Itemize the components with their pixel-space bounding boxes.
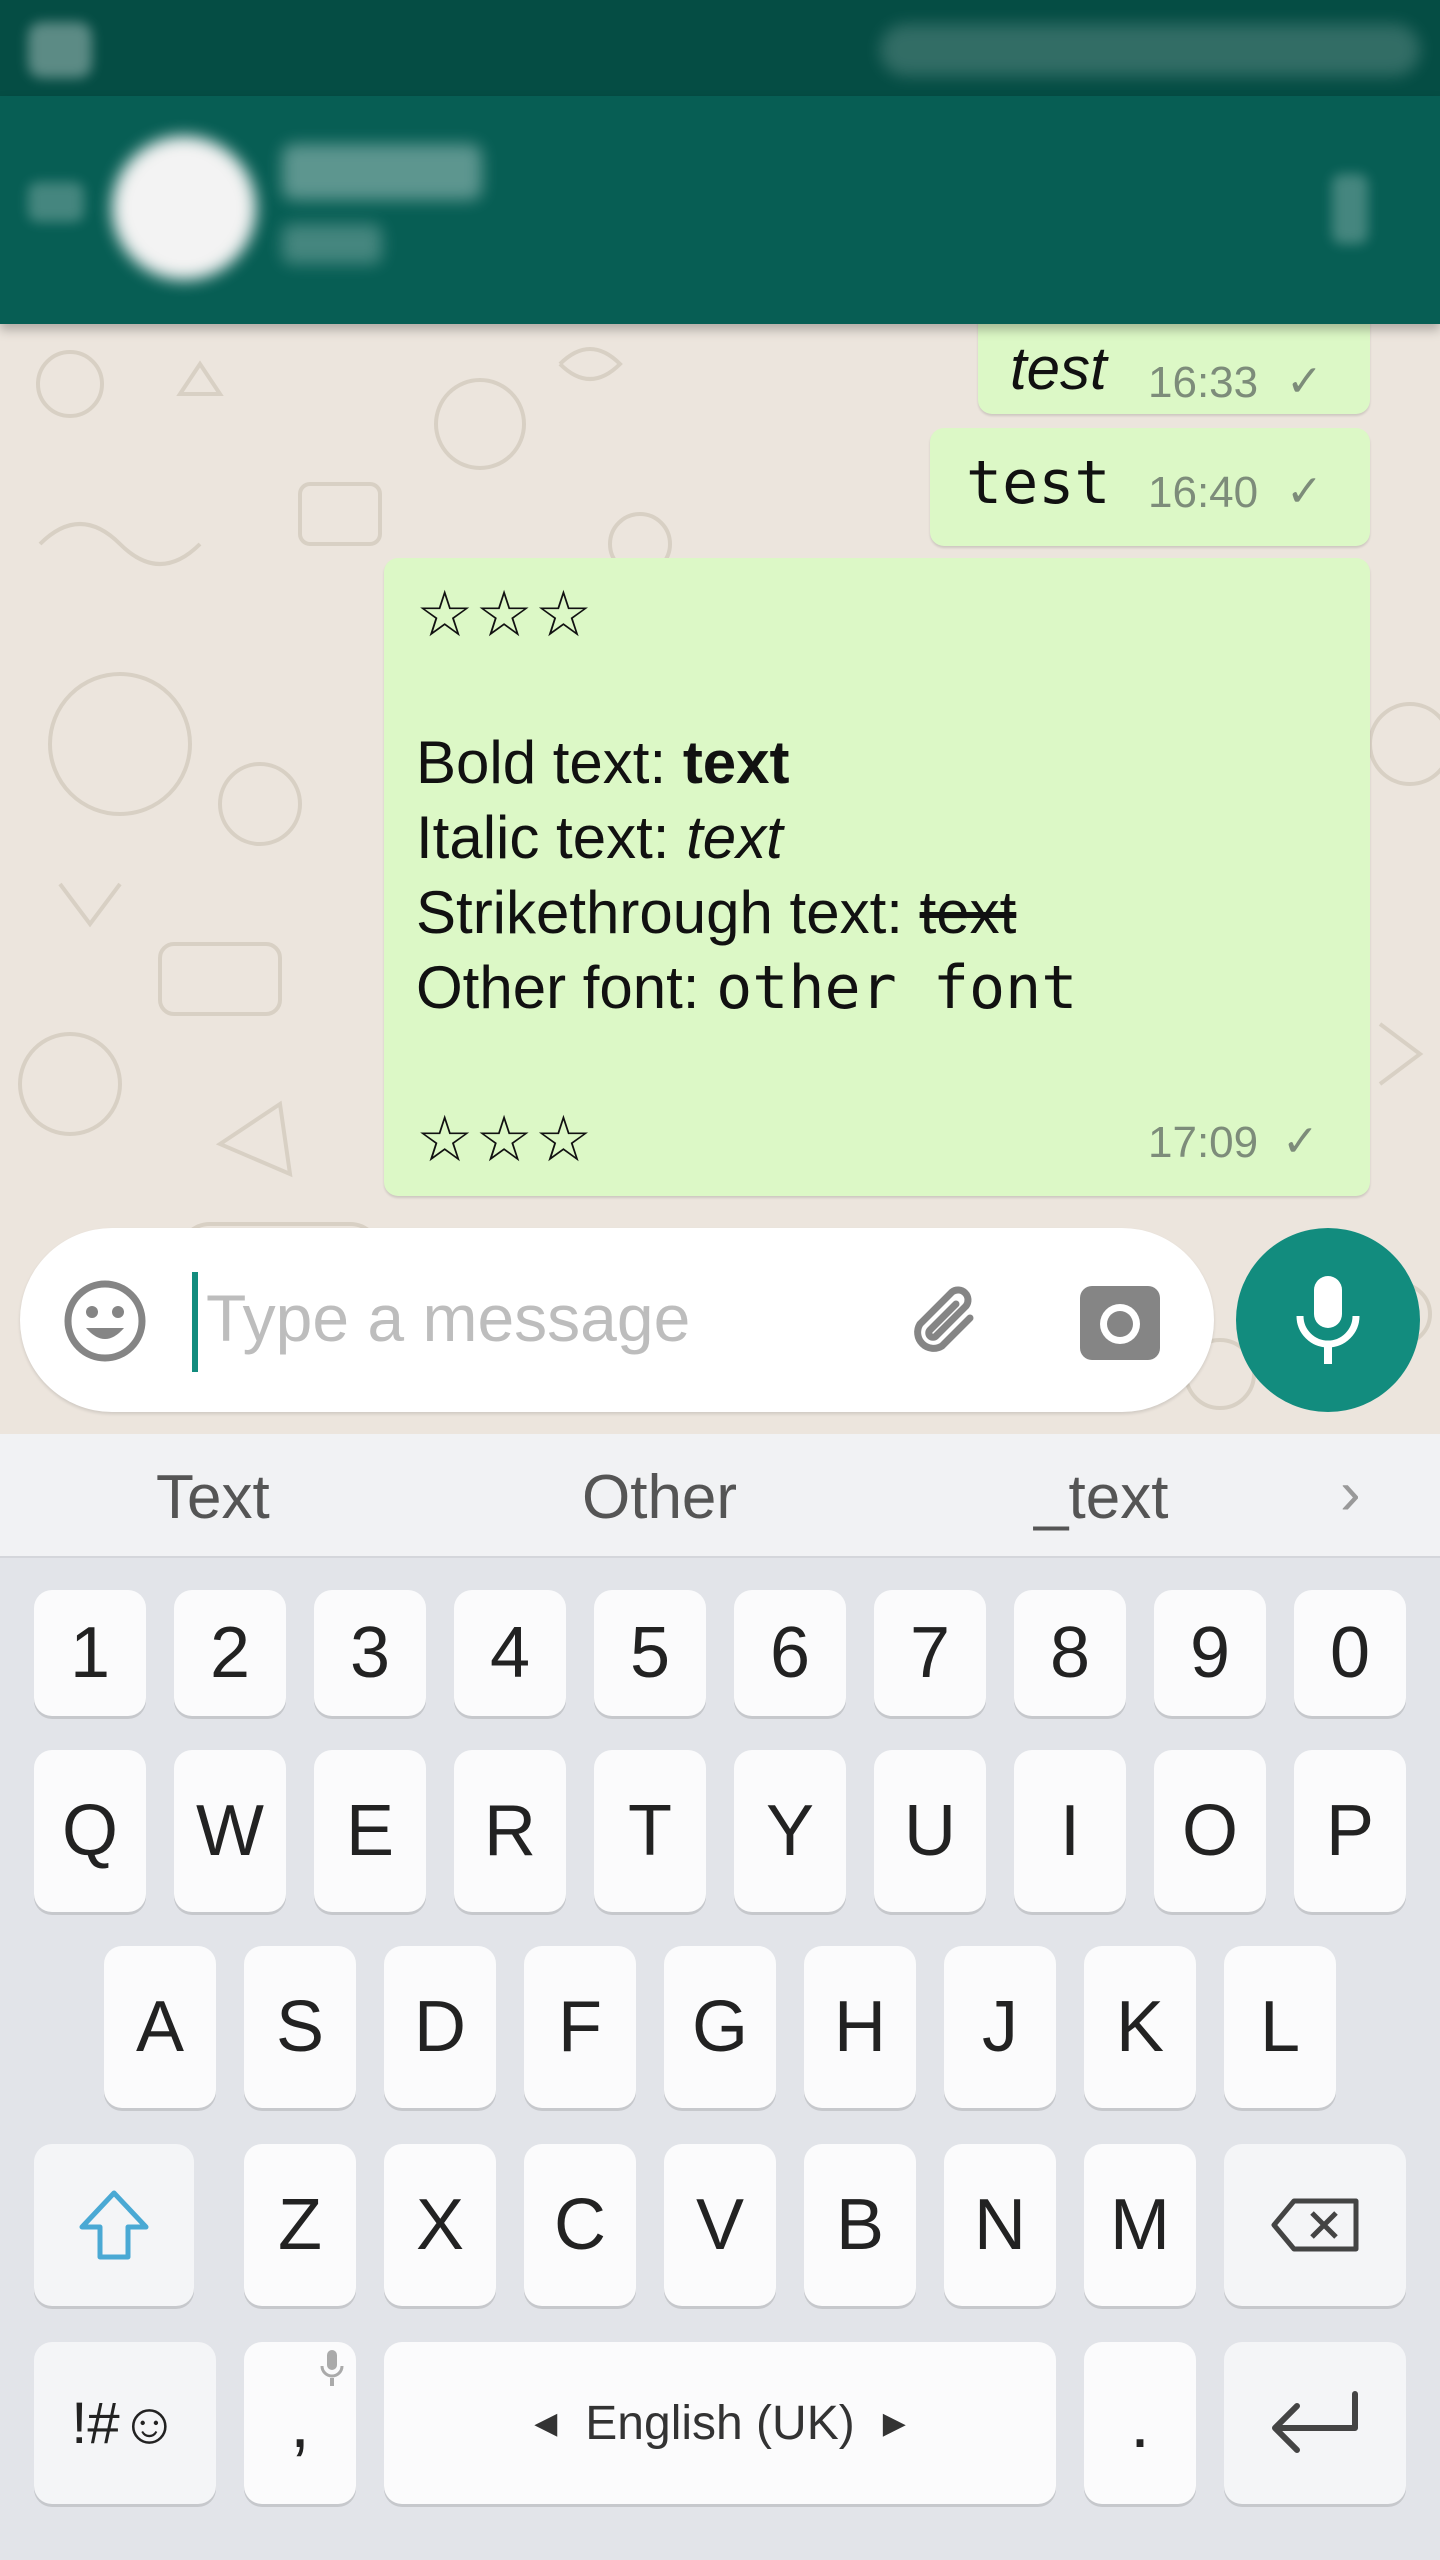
- emoji-icon[interactable]: [62, 1278, 148, 1364]
- mono-prefix: Other font:: [416, 954, 717, 1021]
- contact-status: [282, 224, 382, 264]
- key[interactable]: H: [804, 1946, 916, 2108]
- message-time: 16:33: [1148, 358, 1259, 407]
- key[interactable]: P: [1294, 1750, 1406, 1912]
- camera-icon[interactable]: [1078, 1280, 1162, 1364]
- key[interactable]: Z: [244, 2144, 356, 2306]
- chevron-right-icon[interactable]: ›: [1340, 1458, 1361, 1529]
- message-bubble[interactable]: test 16:40 ✓: [930, 428, 1370, 546]
- suggestion-bar: Text Other _text ›: [0, 1434, 1440, 1558]
- message-bubble[interactable]: test 16:33 ✓: [978, 324, 1370, 414]
- key[interactable]: Q: [34, 1750, 146, 1912]
- suggestion-item[interactable]: Text: [156, 1462, 270, 1533]
- strike-prefix: Strikethrough text:: [416, 879, 920, 946]
- key[interactable]: N: [944, 2144, 1056, 2306]
- key[interactable]: G: [664, 1946, 776, 2108]
- stars-bottom: ☆☆☆: [416, 1103, 595, 1177]
- key[interactable]: L: [1224, 1946, 1336, 2108]
- key[interactable]: R: [454, 1750, 566, 1912]
- small-mic-icon: [320, 2350, 344, 2386]
- key[interactable]: O: [1154, 1750, 1266, 1912]
- key[interactable]: B: [804, 2144, 916, 2306]
- key[interactable]: J: [944, 1946, 1056, 2108]
- sent-check-icon: ✓: [1282, 1117, 1319, 1166]
- key[interactable]: U: [874, 1750, 986, 1912]
- avatar[interactable]: [112, 136, 256, 280]
- key[interactable]: 3: [314, 1590, 426, 1716]
- key[interactable]: 7: [874, 1590, 986, 1716]
- key[interactable]: 5: [594, 1590, 706, 1716]
- suggestion-item[interactable]: Other: [582, 1462, 737, 1533]
- italic-line: Italic text: text: [416, 803, 783, 872]
- key[interactable]: 4: [454, 1590, 566, 1716]
- key[interactable]: F: [524, 1946, 636, 2108]
- stars-top: ☆☆☆: [416, 578, 595, 652]
- mono-text: other font: [716, 953, 1078, 1023]
- paperclip-icon[interactable]: [900, 1274, 996, 1370]
- status-right-icons: [880, 24, 1420, 76]
- message-time: 16:40: [1148, 468, 1259, 517]
- key[interactable]: 2: [174, 1590, 286, 1716]
- bold-prefix: Bold text:: [416, 729, 683, 796]
- bold-text: text: [682, 729, 790, 796]
- space-key[interactable]: ◀ English (UK) ▶: [384, 2342, 1056, 2504]
- symbols-key[interactable]: !#☺: [34, 2342, 216, 2504]
- key[interactable]: I: [1014, 1750, 1126, 1912]
- chevron-left-icon: ◀: [534, 2406, 558, 2440]
- overflow-menu-icon[interactable]: [1332, 174, 1368, 244]
- comma-key[interactable]: ,: [244, 2342, 356, 2504]
- strike-line: Strikethrough text: text: [416, 878, 1016, 947]
- suggestion-item[interactable]: _text: [1034, 1462, 1168, 1533]
- message-text: test: [966, 448, 1111, 518]
- sent-check-icon: ✓: [1286, 357, 1323, 406]
- key[interactable]: 9: [1154, 1590, 1266, 1716]
- message-input[interactable]: Type a message: [206, 1280, 690, 1356]
- keyboard: 1 2 3 4 5 6 7 8 9 0 Q W E R T Y U I O P …: [0, 1558, 1440, 2560]
- key[interactable]: X: [384, 2144, 496, 2306]
- key[interactable]: D: [384, 1946, 496, 2108]
- enter-icon: [1272, 2391, 1358, 2453]
- sent-check-icon: ✓: [1286, 467, 1323, 516]
- strike-text: text: [919, 879, 1017, 946]
- key[interactable]: A: [104, 1946, 216, 2108]
- microphone-button[interactable]: [1236, 1228, 1420, 1412]
- key[interactable]: 8: [1014, 1590, 1126, 1716]
- backspace-key[interactable]: [1224, 2144, 1406, 2306]
- comma-label: ,: [289, 2383, 310, 2463]
- status-bar: [0, 0, 1440, 96]
- chat-header: [0, 96, 1440, 324]
- message-time: 17:09: [1148, 1118, 1259, 1167]
- mono-line: Other font: other font: [416, 953, 1077, 1023]
- key[interactable]: 1: [34, 1590, 146, 1716]
- chevron-right-icon: ▶: [882, 2406, 906, 2440]
- enter-key[interactable]: [1224, 2342, 1406, 2504]
- italic-text: text: [686, 804, 783, 871]
- italic-prefix: Italic text:: [416, 804, 687, 871]
- key[interactable]: Y: [734, 1750, 846, 1912]
- message-text: test: [1010, 335, 1107, 402]
- shift-icon: [79, 2190, 149, 2260]
- key[interactable]: V: [664, 2144, 776, 2306]
- backspace-icon: [1271, 2198, 1359, 2252]
- message-composer: Type a message: [20, 1228, 1214, 1412]
- back-arrow-icon[interactable]: [28, 182, 84, 222]
- key[interactable]: W: [174, 1750, 286, 1912]
- key[interactable]: T: [594, 1750, 706, 1912]
- key[interactable]: S: [244, 1946, 356, 2108]
- status-left-icons: [28, 22, 92, 78]
- key[interactable]: 0: [1294, 1590, 1406, 1716]
- bold-line: Bold text: text: [416, 728, 790, 797]
- shift-key[interactable]: [34, 2144, 194, 2306]
- contact-name[interactable]: [282, 144, 482, 200]
- key[interactable]: C: [524, 2144, 636, 2306]
- period-key[interactable]: .: [1084, 2342, 1196, 2504]
- key[interactable]: M: [1084, 2144, 1196, 2306]
- message-bubble[interactable]: ☆☆☆ Bold text: text Italic text: text St…: [384, 558, 1370, 1196]
- key[interactable]: E: [314, 1750, 426, 1912]
- microphone-icon: [1296, 1276, 1360, 1364]
- space-label: English (UK): [585, 2396, 855, 2450]
- key[interactable]: K: [1084, 1946, 1196, 2108]
- key[interactable]: 6: [734, 1590, 846, 1716]
- text-cursor: [192, 1272, 198, 1372]
